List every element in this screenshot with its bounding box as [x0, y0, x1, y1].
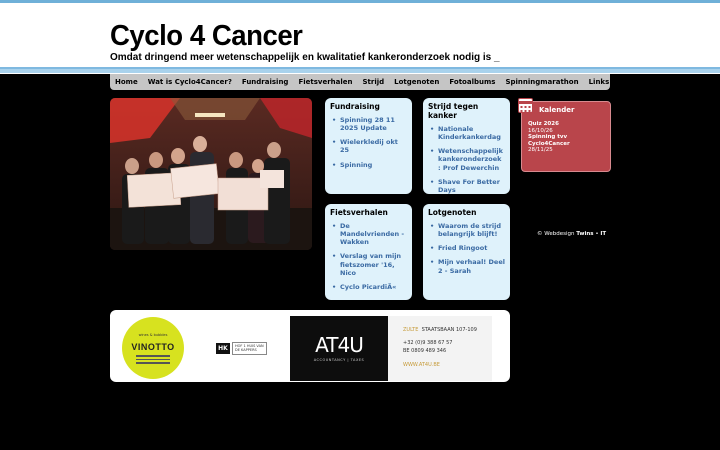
at4u-tagline: ACCOUNTANCY | TAXES: [313, 358, 365, 362]
list-item[interactable]: Wielerkledij okt 25: [330, 138, 407, 154]
nav-lotgenoten[interactable]: Lotgenoten: [394, 78, 439, 86]
at4u-website: WWW.AT4U.BE: [403, 362, 440, 368]
lotgenoten-box: Lotgenoten Waarom de strijd belangrijk b…: [423, 204, 510, 300]
list-item[interactable]: Wetenschappelijk kankeronderzoek : Prof …: [428, 147, 505, 171]
nav-info[interactable]: Info: [619, 78, 634, 86]
at4u-wordmark: AT4U: [315, 333, 364, 357]
hk-text: HOF 1 HUIS VAN DE KAPPERS: [232, 342, 267, 355]
at4u-vat: BE 0809 489 346: [403, 348, 447, 354]
list-item[interactable]: Verslag van mijn fietszomer '16, Nico: [330, 252, 407, 276]
event-date: 28/11/25: [528, 147, 553, 154]
site-header: [0, 12, 720, 74]
fundraising-heading: Fundraising: [330, 102, 380, 111]
group-photo-image: [110, 98, 312, 250]
sponsor-banner: wines & bubbles VINOTTO HK HOF 1 HUIS VA…: [110, 310, 510, 382]
at4u-phone: +32 (0)9 388 67 57: [403, 340, 453, 346]
list-item[interactable]: Cyclo PicardiÃ«: [330, 283, 407, 291]
site-subtitle: Omdat dringend meer wetenschappelijk en …: [110, 52, 500, 63]
header-stripe: [0, 67, 720, 73]
vinotto-name: VINOTTO: [131, 342, 175, 352]
nav-fundraising[interactable]: Fundraising: [242, 78, 289, 86]
lotgenoten-heading: Lotgenoten: [428, 208, 477, 217]
list-item[interactable]: Fried Ringoot: [428, 244, 505, 252]
fietsverhalen-heading: Fietsverhalen: [330, 208, 388, 217]
top-strip: [0, 0, 720, 12]
strijd-heading: Strijd tegen kanker: [428, 102, 479, 120]
credit-brand-twins[interactable]: Twins: [576, 231, 593, 237]
group-photo[interactable]: [110, 98, 312, 250]
nav-home[interactable]: Home: [115, 78, 138, 86]
credit-prefix: © Webdesign: [537, 231, 575, 237]
nav-spinningmarathon[interactable]: Spinningmarathon: [505, 78, 578, 86]
list-item[interactable]: Spinning: [330, 161, 407, 169]
at4u-city: ZULTE: [403, 327, 419, 333]
at4u-contact[interactable]: ZULTE STAATSBAAN 107-109 +32 (0)9 388 67…: [388, 316, 492, 381]
hk-logo[interactable]: HK HOF 1 HUIS VAN DE KAPPERS: [216, 342, 267, 355]
fietsverhalen-box: Fietsverhalen De Mandelvrienden - Wakken…: [325, 204, 412, 300]
event-date: 16/10/26: [528, 127, 553, 134]
list-item[interactable]: Nationale Kinderkankerdag: [428, 125, 505, 141]
vinotto-tagline: wines & bubbles: [138, 333, 168, 337]
list-item[interactable]: Mijn verhaal! Deel 2 - Sarah: [428, 258, 505, 274]
credit-brand-it[interactable]: IT: [600, 231, 606, 237]
nav-strijd[interactable]: Strijd: [362, 78, 384, 86]
credit-separator: •: [595, 231, 599, 237]
fundraising-box: Fundraising Spinning 28 11 2025 Update W…: [325, 98, 412, 194]
calendar-icon: [518, 98, 533, 113]
nav-fotoalbums[interactable]: Fotoalbums: [449, 78, 495, 86]
site-title[interactable]: Cyclo 4 Cancer: [110, 20, 303, 53]
at4u-street: STAATSBAAN 107-109: [421, 327, 477, 333]
list-item[interactable]: Waarom de strijd belangrijk blijft!: [428, 222, 505, 238]
event-name[interactable]: Quiz 2026: [528, 121, 559, 127]
nav-links[interactable]: Links: [589, 78, 610, 86]
hk-mark: HK: [216, 342, 230, 354]
webdesign-credit: © Webdesign Twins • IT: [537, 231, 606, 237]
list-item[interactable]: Shave For Better Days: [428, 178, 505, 194]
strijd-box: Strijd tegen kanker Nationale Kinderkank…: [423, 98, 510, 194]
list-item[interactable]: De Mandelvrienden - Wakken: [330, 222, 407, 246]
event-name[interactable]: Spinning tvv Cyclo4Cancer: [528, 134, 570, 147]
list-item[interactable]: Spinning 28 11 2025 Update: [330, 116, 407, 132]
at4u-logo[interactable]: AT4U ACCOUNTANCY | TAXES: [290, 316, 388, 381]
nav-wat-is[interactable]: Wat is Cyclo4Cancer?: [148, 78, 232, 86]
main-nav: Home Wat is Cyclo4Cancer? Fundraising Fi…: [110, 74, 635, 90]
calendar-title: Kalender: [539, 106, 575, 114]
nav-fietsverhalen[interactable]: Fietsverhalen: [298, 78, 352, 86]
calendar-widget: Kalender Quiz 2026 16/10/26 Spinning tvv…: [518, 98, 611, 172]
vinotto-address-lines: [136, 355, 170, 366]
calendar-events: Quiz 2026 16/10/26 Spinning tvv Cyclo4Ca…: [528, 121, 610, 154]
vinotto-logo[interactable]: wines & bubbles VINOTTO: [122, 317, 184, 379]
